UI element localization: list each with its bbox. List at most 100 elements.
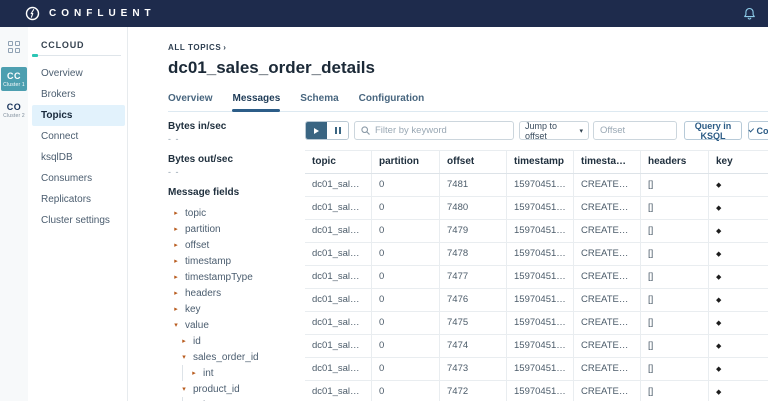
table-row[interactable]: dc01_sales_order_d...074771597045181204C… — [305, 266, 768, 289]
cell-topic: dc01_sales_order_d... — [305, 174, 372, 196]
chevron-down-icon: ▾ — [172, 321, 180, 329]
sidebar-item-ksqldb[interactable]: ksqlDB — [32, 147, 125, 168]
bell-icon[interactable] — [743, 7, 756, 21]
cell-offset: 7473 — [440, 358, 507, 380]
field-tree-label: value — [185, 320, 209, 331]
sidebar-item-overview[interactable]: Overview — [32, 63, 125, 84]
metric-label: Bytes in/sec — [168, 121, 305, 133]
cell-offset: 7474 — [440, 335, 507, 357]
sidebar-header: CCLOUD — [28, 40, 127, 50]
sidebar-item-brokers[interactable]: Brokers — [32, 84, 125, 105]
field-tree-item-headers[interactable]: ▸headers — [168, 285, 305, 301]
field-tree-item-timestamptype[interactable]: ▸timestampType — [168, 269, 305, 285]
sidebar-item-connect[interactable]: Connect — [32, 126, 125, 147]
bullet-icon: ▸ — [172, 289, 180, 297]
table-row[interactable]: dc01_sales_order_d...074791597045181204C… — [305, 220, 768, 243]
cell-timestamp: 1597045176204 — [507, 289, 574, 311]
cell-key: ◆ — [709, 312, 768, 334]
table-row[interactable]: dc01_sales_order_d...074761597045176204C… — [305, 289, 768, 312]
cell-timestamptype: CREATE_TIME — [574, 335, 641, 357]
cell-key: ◆ — [709, 381, 768, 401]
jump-to-offset-select[interactable]: Jump to offset ▾ — [519, 121, 589, 140]
cell-timestamptype: CREATE_TIME — [574, 289, 641, 311]
confluent-brand[interactable]: CONFLUENT — [25, 6, 156, 21]
breadcrumb[interactable]: ALL TOPICS› — [168, 43, 768, 52]
key-icon: ◆ — [716, 320, 721, 327]
sidebar-item-consumers[interactable]: Consumers — [32, 168, 125, 189]
confluent-logo-icon — [25, 6, 40, 21]
table-row[interactable]: dc01_sales_order_d...074731597045176204C… — [305, 358, 768, 381]
table-row[interactable]: dc01_sales_order_d...074721597045171204C… — [305, 381, 768, 401]
breadcrumb-label: ALL TOPICS — [168, 43, 221, 52]
cluster-badge-cc[interactable]: CCCluster 1 — [1, 67, 27, 91]
metric-value: - - — [168, 134, 305, 144]
offset-input[interactable] — [593, 121, 677, 140]
sidebar-item-topics[interactable]: Topics — [32, 105, 125, 126]
field-tree-label: topic — [185, 208, 206, 219]
cell-partition: 0 — [372, 174, 440, 196]
fields-panel-title: Message fields — [168, 187, 305, 198]
field-tree-label: key — [185, 304, 201, 315]
tab-overview[interactable]: Overview — [168, 93, 212, 111]
cluster-badge-co[interactable]: COCluster 2 — [1, 98, 27, 122]
cell-timestamptype: CREATE_TIME — [574, 266, 641, 288]
key-icon: ◆ — [716, 182, 721, 189]
cell-partition: 0 — [372, 243, 440, 265]
query-in-ksql-button[interactable]: Query in KSQL — [684, 121, 742, 140]
cell-timestamp: 1597045171204 — [507, 381, 574, 401]
cell-offset: 7480 — [440, 197, 507, 219]
column-header-timestamp: timestamp — [507, 151, 574, 173]
keyword-filter-box — [354, 121, 514, 140]
field-tree-item-sales-order-id[interactable]: ▾sales_order_id — [168, 349, 305, 365]
field-tree-item-offset[interactable]: ▸offset — [168, 237, 305, 253]
topic-content: ALL TOPICS› dc01_sales_order_details Ove… — [128, 27, 768, 401]
table-row[interactable]: dc01_sales_order_d...074781597045181204C… — [305, 243, 768, 266]
field-tree-item-product-id[interactable]: ▾product_id — [168, 381, 305, 397]
field-tree-item-int[interactable]: ▸int — [182, 365, 305, 381]
play-pause-group — [305, 121, 349, 140]
cell-headers: [] — [641, 381, 709, 401]
field-tree-item-int[interactable]: ▸int — [182, 397, 305, 401]
tab-schema[interactable]: Schema — [300, 93, 338, 111]
table-row[interactable]: dc01_sales_order_d...074801597045181204C… — [305, 197, 768, 220]
sidebar-item-cluster-settings[interactable]: Cluster settings — [32, 210, 125, 231]
cluster-rail: CCCluster 1 COCluster 2 — [0, 27, 28, 401]
sidebar-nav: OverviewBrokersTopicsConnectksqlDBConsum… — [28, 63, 127, 231]
field-tree-item-timestamp[interactable]: ▸timestamp — [168, 253, 305, 269]
apps-grid-icon[interactable] — [8, 41, 20, 53]
page-title: dc01_sales_order_details — [168, 58, 768, 78]
sidebar-item-replicators[interactable]: Replicators — [32, 189, 125, 210]
cell-key: ◆ — [709, 220, 768, 242]
top-bar: CONFLUENT — [0, 0, 768, 27]
metric-value: - - — [168, 167, 305, 177]
messages-toolbar: Jump to offset ▾ Query in KSQL Columns — [305, 121, 768, 140]
cell-topic: dc01_sales_order_d... — [305, 266, 372, 288]
table-row[interactable]: dc01_sales_order_d...074811597045181204C… — [305, 174, 768, 197]
messages-table: topicpartitionoffsettimestamptimestampTy… — [305, 150, 768, 401]
cell-offset: 7476 — [440, 289, 507, 311]
pause-button[interactable] — [327, 122, 348, 139]
field-tree-item-topic[interactable]: ▸topic — [168, 205, 305, 221]
column-header-offset: offset — [440, 151, 507, 173]
cell-key: ◆ — [709, 289, 768, 311]
bullet-icon: ▸ — [190, 369, 198, 377]
cluster-label: Cluster 2 — [1, 113, 27, 119]
keyword-filter-input[interactable] — [375, 125, 507, 136]
table-row[interactable]: dc01_sales_order_d...074741597045176204C… — [305, 335, 768, 358]
columns-button[interactable]: Columns — [748, 121, 768, 140]
field-tree-item-id[interactable]: ▸id — [168, 333, 305, 349]
metric-bytes-in-sec: Bytes in/sec- - — [168, 121, 305, 144]
table-row[interactable]: dc01_sales_order_d...074751597045176204C… — [305, 312, 768, 335]
cell-offset: 7477 — [440, 266, 507, 288]
field-tree-item-value[interactable]: ▾ value — [168, 317, 305, 333]
key-icon: ◆ — [716, 228, 721, 235]
field-tree-item-key[interactable]: ▸key — [168, 301, 305, 317]
tab-configuration[interactable]: Configuration — [359, 93, 425, 111]
field-tree: ▸topic▸partition▸offset▸timestamp▸timest… — [168, 205, 305, 401]
field-tree-label: partition — [185, 224, 221, 235]
bullet-icon: ▸ — [172, 257, 180, 265]
play-button[interactable] — [306, 122, 327, 139]
caret-down-icon: ▾ — [579, 127, 583, 135]
tab-messages[interactable]: Messages — [232, 93, 280, 111]
field-tree-item-partition[interactable]: ▸partition — [168, 221, 305, 237]
